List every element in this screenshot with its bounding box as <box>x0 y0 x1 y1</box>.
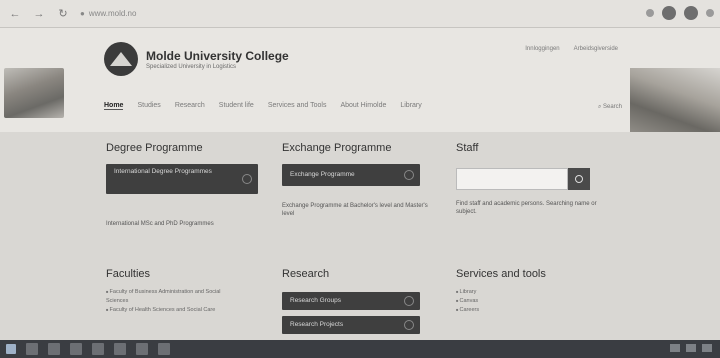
services-list: Library Canvas Careers <box>456 288 626 314</box>
network-icon[interactable] <box>670 344 680 352</box>
clock-icon[interactable] <box>702 344 712 352</box>
volume-icon[interactable] <box>686 344 696 352</box>
staff-search <box>456 168 626 190</box>
nav-studies[interactable]: Studies <box>137 102 160 110</box>
research-groups-label: Research Groups <box>290 297 341 304</box>
reload-icon[interactable]: ↻ <box>54 5 72 23</box>
nav-library[interactable]: Library <box>400 102 421 110</box>
back-icon[interactable]: ← <box>6 5 24 23</box>
forward-icon[interactable]: → <box>30 5 48 23</box>
extension-icon[interactable] <box>662 6 676 20</box>
browser-actions <box>646 6 714 20</box>
exchange-section: Exchange Programme Exchange Programme Ex… <box>282 142 452 219</box>
staff-section: Staff Find staff and academic persons. S… <box>456 142 626 217</box>
faculties-list: Faculty of Business Administration and S… <box>106 288 236 314</box>
header-photo-right <box>630 68 720 132</box>
nav-services[interactable]: Services and Tools <box>268 102 327 110</box>
site-logo[interactable]: Molde University College Specialized Uni… <box>104 42 289 76</box>
browser-toolbar: ← → ↻ ● www.mold.no <box>0 0 720 28</box>
taskbar-app-icon[interactable] <box>114 343 126 355</box>
menu-icon[interactable] <box>706 9 714 17</box>
system-tray <box>670 344 712 352</box>
service-item[interactable]: Careers <box>456 306 626 315</box>
search-label: Search <box>602 104 622 110</box>
degree-section: Degree Programme International Degree Pr… <box>106 142 276 228</box>
top-link[interactable]: Innloggingen <box>525 46 559 52</box>
logo-subtitle: Specialized University in Logistics <box>146 63 237 70</box>
site-header: Molde University College Specialized Uni… <box>0 28 720 132</box>
degree-button[interactable]: International Degree Programmes <box>106 164 258 194</box>
service-item[interactable]: Canvas <box>456 297 626 306</box>
faculties-title: Faculties <box>106 268 151 280</box>
search-icon <box>575 175 583 183</box>
exchange-title: Exchange Programme <box>282 142 392 154</box>
os-taskbar <box>0 340 720 358</box>
nav-about[interactable]: About Himolde <box>340 102 386 110</box>
search-icon: ⌕ <box>597 104 602 110</box>
exchange-button[interactable]: Exchange Programme <box>282 164 420 186</box>
header-photo-left <box>4 68 64 118</box>
research-projects-button[interactable]: Research Projects <box>282 316 420 334</box>
address-bar[interactable]: ● www.mold.no <box>80 9 136 18</box>
service-item[interactable]: Library <box>456 288 626 297</box>
profile-icon[interactable] <box>684 6 698 20</box>
nav-student-life[interactable]: Student life <box>219 102 254 110</box>
taskbar-app-icon[interactable] <box>92 343 104 355</box>
research-section: Research Research Groups Research Projec… <box>282 268 452 334</box>
main-navigation: Home Studies Research Student life Servi… <box>104 102 422 110</box>
research-groups-button[interactable]: Research Groups <box>282 292 420 310</box>
exchange-text: Exchange Programme at Bachelor's level a… <box>282 203 428 218</box>
arrow-circle-icon <box>404 320 414 330</box>
faculty-item[interactable]: Faculty of Health Sciences and Social Ca… <box>106 306 236 315</box>
staff-text: Find staff and academic persons. Searchi… <box>456 201 597 216</box>
taskbar-app-icon[interactable] <box>136 343 148 355</box>
services-title: Services and tools <box>456 268 546 280</box>
nav-research[interactable]: Research <box>175 102 205 110</box>
top-links: Innloggingen Arbeidsgiverside <box>525 46 618 52</box>
taskbar-app-icon[interactable] <box>70 343 82 355</box>
faculties-section: Faculties Faculty of Business Administra… <box>106 268 276 314</box>
logo-mark-icon <box>104 42 138 76</box>
logo-name: Molde University College <box>146 48 289 63</box>
star-icon[interactable] <box>646 9 654 17</box>
url-text: www.mold.no <box>88 9 137 18</box>
header-search[interactable]: ⌕ Search <box>598 104 622 111</box>
start-icon[interactable] <box>6 344 16 354</box>
nav-home[interactable]: Home <box>104 102 124 110</box>
degree-button-label: International Degree Programmes <box>114 168 212 175</box>
arrow-circle-icon <box>404 296 414 306</box>
research-title: Research <box>282 268 330 280</box>
research-projects-label: Research Projects <box>290 321 344 328</box>
exchange-button-label: Exchange Programme <box>290 171 355 178</box>
top-link[interactable]: Arbeidsgiverside <box>574 46 618 52</box>
taskbar-app-icon[interactable] <box>48 343 60 355</box>
services-section: Services and tools Library Canvas Career… <box>456 268 626 314</box>
faculty-item[interactable]: Faculty of Business Administration and S… <box>106 288 236 306</box>
taskbar-app-icon[interactable] <box>158 343 170 355</box>
degree-title: Degree Programme <box>106 142 203 154</box>
degree-link[interactable]: International MSc and PhD Programmes <box>106 220 276 228</box>
arrow-circle-icon <box>242 174 252 184</box>
staff-title: Staff <box>456 142 479 154</box>
arrow-circle-icon <box>404 170 414 180</box>
lock-icon: ● <box>80 9 85 18</box>
taskbar-app-icon[interactable] <box>26 343 38 355</box>
staff-search-button[interactable] <box>568 168 590 190</box>
staff-search-input[interactable] <box>456 168 568 190</box>
